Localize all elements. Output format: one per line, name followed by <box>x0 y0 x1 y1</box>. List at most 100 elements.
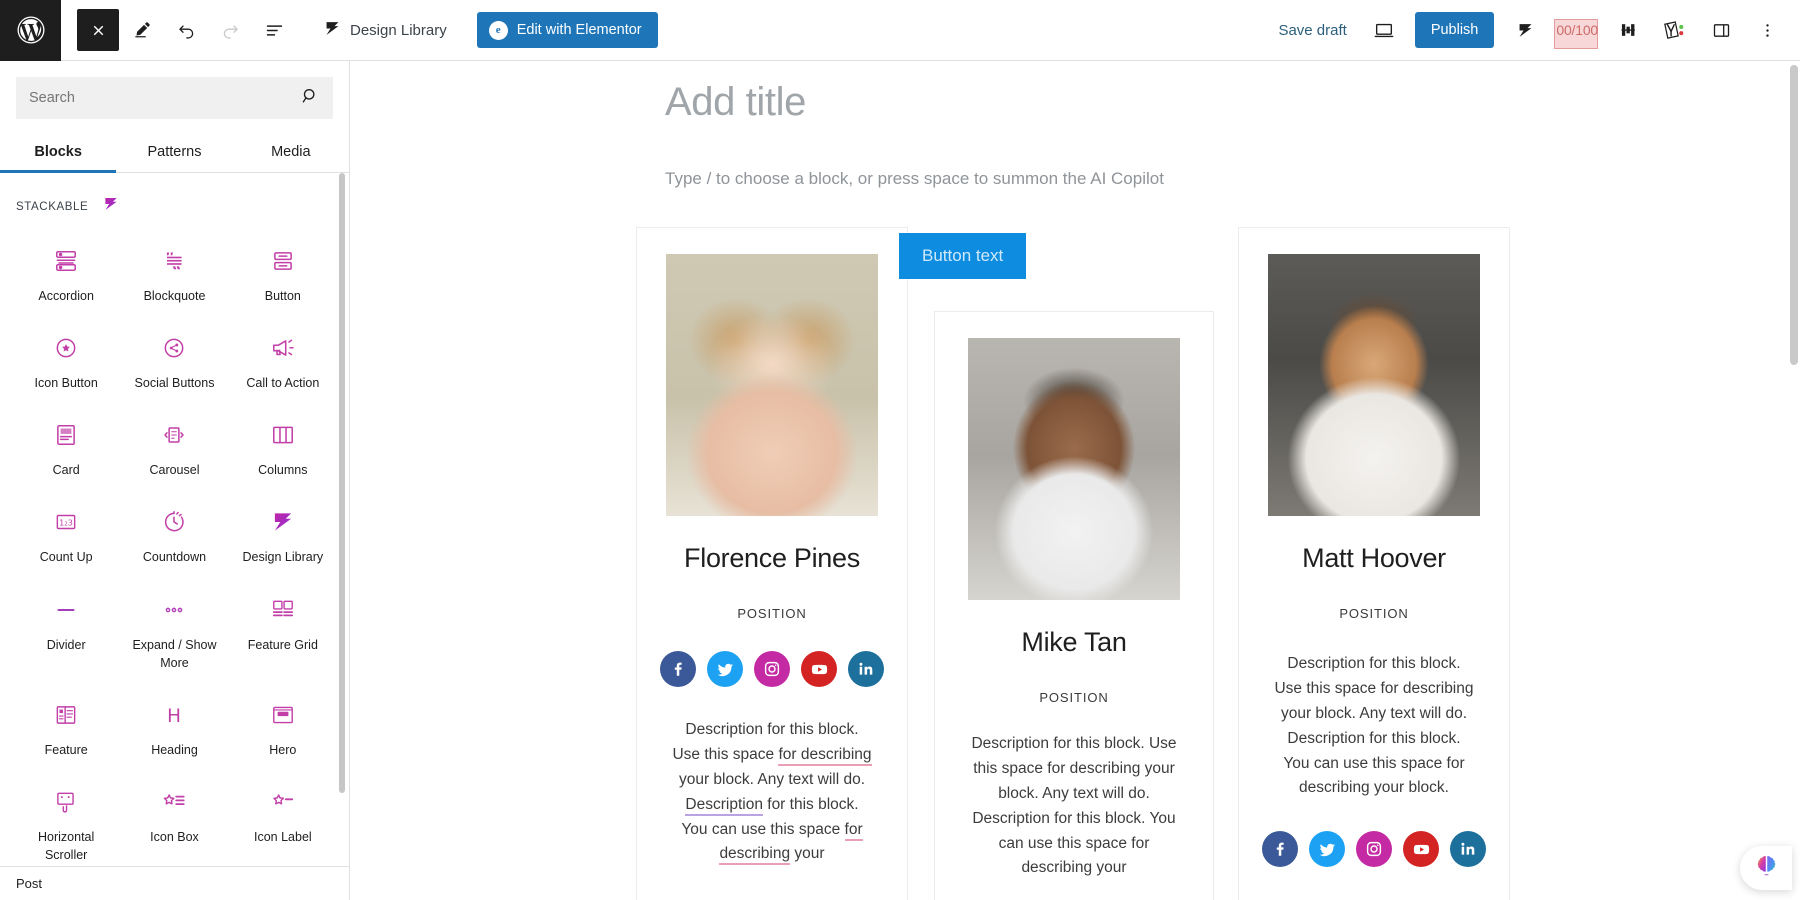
desc-part: your block. Any text will do. <box>679 771 865 788</box>
undo-arrow-icon <box>176 20 197 41</box>
block-item-hero[interactable]: Hero <box>229 688 337 769</box>
social-twitter-button[interactable] <box>707 651 743 687</box>
elementor-badge-icon: e <box>489 21 508 40</box>
instagram-icon <box>1365 840 1383 858</box>
tab-media[interactable]: Media <box>233 131 349 172</box>
social-instagram-button[interactable] <box>754 651 790 687</box>
post-title-placeholder[interactable]: Add title <box>665 80 806 125</box>
block-item-countdown[interactable]: Countdown <box>120 495 228 576</box>
social-linkedin-button[interactable] <box>1450 831 1486 867</box>
design-library-button[interactable]: Design Library <box>313 13 457 48</box>
edit-with-elementor-label: Edit with Elementor <box>517 22 642 38</box>
block-item-feature[interactable]: Feature <box>12 688 120 769</box>
social-instagram-button[interactable] <box>1356 831 1392 867</box>
block-label: Button <box>265 287 301 305</box>
block-label: Card <box>53 461 80 479</box>
member-description[interactable]: Description for this block. Use this spa… <box>671 718 873 867</box>
icon-label-icon <box>270 787 296 817</box>
block-item-icon-label[interactable]: Icon Label <box>229 775 337 866</box>
team-member-card[interactable]: Matt Hoover POSITION Description for thi… <box>1238 227 1510 900</box>
block-item-design-library[interactable]: Design Library <box>229 495 337 576</box>
search-box[interactable] <box>16 77 333 119</box>
accordion-icon <box>53 246 79 276</box>
sidebar-scrollbar-thumb[interactable] <box>339 173 345 793</box>
stackable-s-icon <box>270 507 296 537</box>
wordpress-logo-icon <box>16 15 46 45</box>
list-view-button[interactable] <box>253 9 295 51</box>
social-twitter-button[interactable] <box>1309 831 1345 867</box>
block-item-expand-show-more[interactable]: Expand / Show More <box>120 583 228 682</box>
member-name: Florence Pines <box>684 542 860 574</box>
settings-sidebar-toggle[interactable] <box>1700 9 1742 51</box>
block-label: Accordion <box>38 287 94 305</box>
block-label: Carousel <box>149 461 199 479</box>
editor-top-toolbar: Design Library e Edit with Elementor Sav… <box>0 0 1800 61</box>
search-input[interactable] <box>29 90 300 106</box>
yoast-seo-button[interactable] <box>1654 9 1696 51</box>
social-youtube-button[interactable] <box>1403 831 1439 867</box>
block-item-call-to-action[interactable]: Call to Action <box>229 321 337 402</box>
block-item-feature-grid[interactable]: Feature Grid <box>229 583 337 682</box>
block-label: Icon Label <box>254 828 312 846</box>
tab-blocks[interactable]: Blocks <box>0 131 116 172</box>
preview-button[interactable] <box>1363 9 1405 51</box>
edit-mode-button[interactable] <box>121 9 163 51</box>
more-vertical-dots-icon <box>1758 21 1777 40</box>
linkedin-icon <box>1459 840 1477 858</box>
edit-with-elementor-button[interactable]: e Edit with Elementor <box>477 12 658 48</box>
youtube-icon <box>810 660 829 679</box>
block-prompt-placeholder[interactable]: Type / to choose a block, or press space… <box>665 169 1164 189</box>
social-youtube-button[interactable] <box>801 651 837 687</box>
block-item-icon-box[interactable]: Icon Box <box>120 775 228 866</box>
social-buttons <box>660 651 884 687</box>
block-item-card[interactable]: Card <box>12 408 120 489</box>
undo-button[interactable] <box>165 9 207 51</box>
twitter-icon <box>716 660 735 679</box>
block-label: Divider <box>47 636 86 654</box>
block-label: Design Library <box>243 548 324 566</box>
ai-copilot-button[interactable] <box>1740 846 1792 890</box>
wordpress-logo-button[interactable] <box>0 0 61 61</box>
team-member-card[interactable]: Florence Pines POSITION <box>636 227 908 900</box>
sidebar-scrollbar-track[interactable] <box>341 173 347 866</box>
member-name: Mike Tan <box>1021 626 1126 658</box>
social-facebook-button[interactable] <box>1262 831 1298 867</box>
block-item-accordion[interactable]: Accordion <box>12 234 120 315</box>
canvas-scrollbar-thumb[interactable] <box>1790 65 1798 365</box>
desc-part-grammar: Description <box>685 796 763 816</box>
block-item-columns[interactable]: Columns <box>229 408 337 489</box>
more-options-button[interactable] <box>1746 9 1788 51</box>
member-description[interactable]: Description for this block. Use this spa… <box>1273 652 1475 801</box>
block-item-heading[interactable]: H Heading <box>120 688 228 769</box>
button-block[interactable]: Button text <box>899 233 1026 279</box>
social-linkedin-button[interactable] <box>848 651 884 687</box>
block-item-divider[interactable]: Divider <box>12 583 120 682</box>
block-item-blockquote[interactable]: Blockquote <box>120 234 228 315</box>
save-draft-button[interactable]: Save draft <box>1266 14 1358 47</box>
member-position: POSITION <box>1039 690 1108 705</box>
stackable-settings-button[interactable] <box>1504 9 1546 51</box>
columns-icon <box>270 420 296 450</box>
tab-patterns[interactable]: Patterns <box>116 131 232 172</box>
block-item-button[interactable]: Button <box>229 234 337 315</box>
count-up-icon: 123 <box>53 507 79 537</box>
card-icon <box>53 420 79 450</box>
icon-box-icon <box>161 787 187 817</box>
block-label: Countdown <box>143 548 206 566</box>
avatar <box>666 254 878 516</box>
seo-columns-button[interactable] <box>1608 9 1650 51</box>
block-item-icon-button[interactable]: Icon Button <box>12 321 120 402</box>
block-item-carousel[interactable]: Carousel <box>120 408 228 489</box>
team-member-card[interactable]: Mike Tan POSITION Description for this b… <box>934 311 1214 900</box>
publish-button[interactable]: Publish <box>1415 12 1495 48</box>
block-item-horizontal-scroller[interactable]: Horizontal Scroller <box>12 775 120 866</box>
close-editor-button[interactable] <box>77 9 119 51</box>
member-position: POSITION <box>737 606 806 621</box>
block-label: Hero <box>269 741 296 759</box>
member-description[interactable]: Description for this block. Use this spa… <box>969 732 1179 881</box>
seo-score-badge[interactable]: 00/100 <box>1552 17 1602 43</box>
block-item-count-up[interactable]: 123 Count Up <box>12 495 120 576</box>
redo-button[interactable] <box>209 9 251 51</box>
social-facebook-button[interactable] <box>660 651 696 687</box>
block-item-social-buttons[interactable]: Social Buttons <box>120 321 228 402</box>
